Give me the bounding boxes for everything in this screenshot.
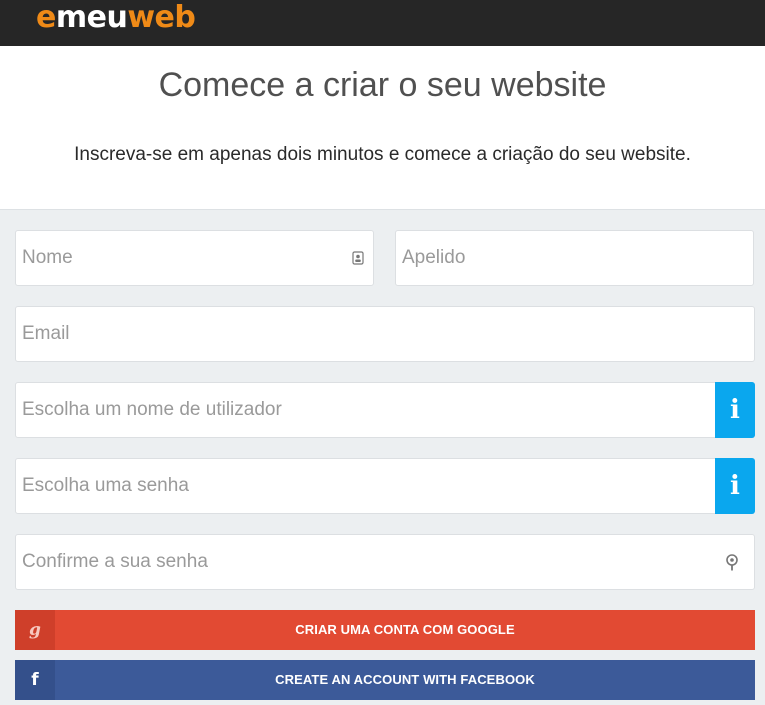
last-name-field — [395, 230, 754, 286]
username-info-icon[interactable]: i — [715, 382, 755, 438]
brand-logo[interactable]: emeuweb — [36, 0, 196, 36]
username-field: i — [15, 382, 755, 438]
facebook-signup-label: CREATE AN ACCOUNT WITH FACEBOOK — [275, 672, 535, 687]
last-name-input[interactable] — [396, 231, 753, 285]
logo-part-e: e — [36, 0, 56, 35]
username-input[interactable] — [16, 383, 754, 437]
signup-header: Comece a criar o seu website Inscreva-se… — [0, 46, 765, 210]
top-bar: emeuweb — [0, 0, 765, 46]
key-icon — [726, 554, 738, 571]
confirm-password-field — [15, 534, 755, 590]
logo-part-web: web — [127, 0, 196, 35]
password-info-icon[interactable]: i — [715, 458, 755, 514]
password-field: i — [15, 458, 755, 514]
password-input[interactable] — [16, 459, 754, 513]
facebook-signup-button[interactable]: f CREATE AN ACCOUNT WITH FACEBOOK — [15, 660, 755, 700]
google-signup-label: CRIAR UMA CONTA COM GOOGLE — [295, 622, 515, 637]
email-input[interactable] — [16, 307, 754, 361]
first-name-input[interactable] — [16, 231, 373, 285]
logo-part-meu: meu — [55, 0, 128, 35]
email-field — [15, 306, 755, 362]
google-icon: g — [15, 610, 55, 650]
page-subtitle: Inscreva-se em apenas dois minutos e com… — [74, 144, 691, 165]
page-title: Comece a criar o seu website — [158, 66, 607, 104]
google-signup-button[interactable]: g CRIAR UMA CONTA COM GOOGLE — [15, 610, 755, 650]
facebook-icon: f — [15, 660, 55, 700]
contact-card-icon — [352, 251, 364, 265]
first-name-field — [15, 230, 374, 286]
confirm-password-input[interactable] — [16, 535, 754, 589]
